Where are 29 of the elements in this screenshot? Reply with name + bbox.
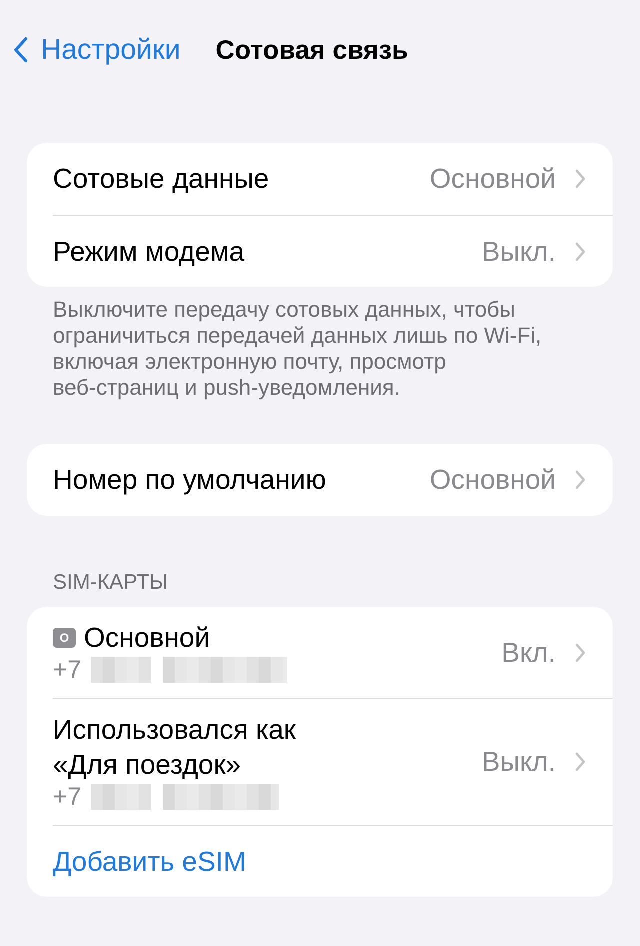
row-label: Сотовые данные: [53, 162, 270, 196]
sim-tag: О: [53, 628, 76, 648]
sim-name: Использовался как «Для поездок»: [53, 713, 296, 782]
settings-row[interactable]: Сотовые данные Основной: [27, 143, 613, 215]
sim-name: Основной: [84, 621, 210, 655]
row-value: Выкл.: [482, 745, 556, 779]
chevron-icon: [575, 169, 586, 189]
settings-row[interactable]: Режим модема Выкл.: [27, 215, 613, 287]
row-label: Номер по умолчанию: [53, 463, 328, 497]
add-esim-link[interactable]: Добавить eSIM: [53, 844, 246, 878]
back-chevron-icon: [14, 37, 28, 63]
page-title: Сотовая связь: [216, 34, 408, 67]
chevron-icon: [575, 642, 586, 662]
chevron-icon: [575, 752, 586, 772]
settings-row[interactable]: Номер по умолчанию Основной: [27, 444, 613, 516]
row-value: Выкл.: [482, 234, 556, 268]
phone-number: +7: [53, 782, 82, 812]
row-label: Режим модема: [53, 234, 246, 268]
row-value: Основной: [430, 162, 556, 196]
chevron-icon: [575, 242, 586, 262]
footer-note: Выключите передачу сотовых данных, чтобы ограничиться передачей данных лишь по Wi-Fi, включая электронную почту, просмотр веб-страниц и push-уведомления.: [53, 297, 543, 401]
chevron-icon: [575, 470, 586, 490]
settings-row[interactable]: Использовался как «Для поездок» +7 Выкл.: [27, 698, 613, 825]
settings-row[interactable]: О Основной +7 Вкл.: [27, 607, 613, 698]
back-button[interactable]: Настройки: [14, 33, 181, 67]
row-value: Вкл.: [502, 636, 556, 670]
section-header: SIM-КАРТЫ: [53, 572, 170, 594]
row-value: Основной: [430, 463, 556, 497]
phone-number: +7: [53, 655, 82, 685]
